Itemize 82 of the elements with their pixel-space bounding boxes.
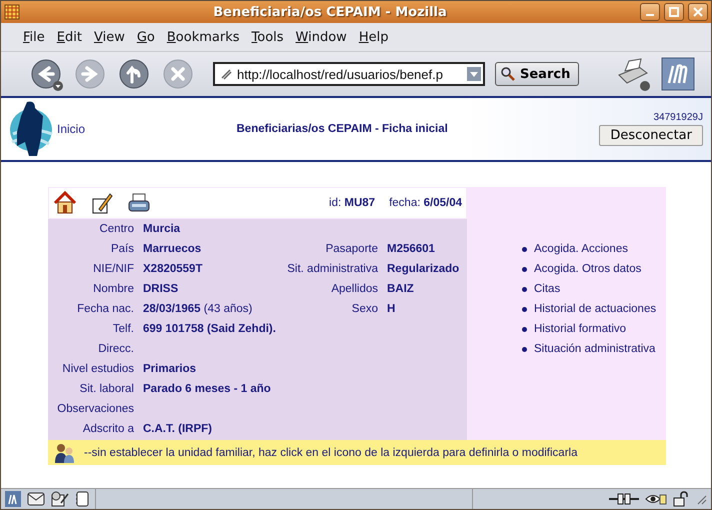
section-link[interactable]: Citas bbox=[522, 283, 666, 295]
composer-icon[interactable] bbox=[51, 491, 69, 507]
eye-icon bbox=[645, 492, 667, 506]
mail-icon[interactable] bbox=[27, 492, 45, 506]
search-icon bbox=[500, 66, 516, 82]
field-value: 699 101758 (Said Zehdi). bbox=[143, 323, 276, 335]
close-button[interactable] bbox=[688, 3, 708, 21]
app-icon bbox=[4, 4, 20, 20]
field-label: Sit. laboral bbox=[78, 383, 134, 395]
field-value: Marruecos bbox=[143, 243, 202, 255]
logo-icon[interactable] bbox=[5, 491, 21, 507]
page-title: Beneficiarias/os CEPAIM - Ficha inicial bbox=[236, 123, 448, 135]
back-button[interactable] bbox=[29, 57, 63, 91]
family-icon[interactable] bbox=[54, 442, 76, 464]
field-value: DRISS bbox=[143, 283, 178, 295]
bullet-icon bbox=[522, 246, 527, 252]
logo-icon[interactable] bbox=[661, 57, 695, 91]
minimize-icon bbox=[646, 14, 654, 16]
menu-item[interactable]: Go bbox=[130, 30, 161, 44]
notice-text: --sin establecer la unidad familiar, haz click en el icono de la izquierda para definirla o modificarla bbox=[84, 446, 578, 458]
section-link[interactable]: Acogida. Otros datos bbox=[522, 263, 666, 275]
dropdown-icon[interactable] bbox=[467, 67, 481, 81]
bullet-icon bbox=[522, 306, 527, 312]
menu-item[interactable]: Edit bbox=[50, 30, 88, 44]
field-value: Parado 6 meses - 1 año bbox=[143, 383, 271, 395]
field-value: BAIZ bbox=[387, 283, 414, 295]
menu-item[interactable]: Window bbox=[290, 30, 353, 44]
field-label: NIE/NIF bbox=[92, 263, 134, 275]
field-value: Murcia bbox=[143, 223, 180, 235]
field-label: Direcc. bbox=[97, 343, 134, 355]
field-label: País bbox=[110, 243, 134, 255]
field-label: Centro bbox=[98, 223, 134, 235]
menu-item[interactable]: Help bbox=[352, 30, 394, 44]
address-book-icon[interactable] bbox=[75, 491, 89, 507]
home-icon[interactable] bbox=[53, 191, 77, 215]
url-field[interactable]: http://localhost/red/usuarios/benef.p bbox=[213, 62, 485, 86]
field-label: Sexo bbox=[352, 303, 378, 315]
close-icon bbox=[693, 7, 703, 17]
field-value: 28/03/1965 (43 años) bbox=[143, 303, 252, 315]
bullet-icon bbox=[522, 326, 527, 332]
menu-item[interactable]: File bbox=[17, 30, 51, 44]
unlocked-padlock-icon bbox=[673, 491, 689, 507]
field-label: Pasaporte bbox=[326, 243, 378, 255]
field-label: Nombre bbox=[92, 283, 134, 295]
home-link[interactable]: Inicio bbox=[57, 122, 86, 136]
maximize-icon bbox=[669, 7, 679, 17]
bullet-icon bbox=[522, 346, 527, 352]
field-label: Nivel estudios bbox=[61, 363, 134, 375]
resize-grip-icon bbox=[695, 493, 707, 505]
field-value: Regularizado bbox=[387, 263, 460, 275]
field-label: Adscrito a bbox=[82, 423, 134, 435]
section-link[interactable]: Situación administrativa bbox=[522, 343, 666, 355]
menu-item[interactable]: Tools bbox=[246, 30, 290, 44]
bullet-icon bbox=[522, 266, 527, 272]
field-value: C.A.T. (IRPF) bbox=[143, 423, 212, 435]
printer-icon[interactable] bbox=[127, 192, 151, 214]
field-value: Primarios bbox=[143, 363, 196, 375]
reload-button[interactable] bbox=[117, 57, 151, 91]
user-code: 34791929J bbox=[654, 112, 703, 123]
menu-item[interactable]: View bbox=[88, 30, 131, 44]
section-link[interactable]: Historial de actuaciones bbox=[522, 303, 666, 315]
field-label: Fecha nac. bbox=[76, 303, 134, 315]
maximize-button[interactable] bbox=[664, 3, 684, 21]
section-link[interactable]: Historial formativo bbox=[522, 323, 666, 335]
field-value: X2820559T bbox=[143, 263, 202, 275]
window-title: Beneficiaria/os CEPAIM - Mozilla bbox=[212, 4, 448, 20]
record-id: id: MU87 bbox=[329, 197, 376, 209]
section-link[interactable]: Acogida. Acciones bbox=[522, 243, 666, 255]
edit-icon[interactable] bbox=[91, 191, 113, 215]
record-date: fecha: 6/05/04 bbox=[389, 197, 462, 209]
field-label: Apellidos bbox=[331, 283, 378, 295]
field-value: M256601 bbox=[387, 243, 435, 255]
logout-button[interactable]: Desconectar bbox=[599, 125, 703, 146]
field-label: Observaciones bbox=[56, 403, 134, 415]
connection-icon bbox=[609, 492, 639, 506]
bullet-icon bbox=[522, 286, 527, 292]
minimize-button[interactable] bbox=[640, 3, 660, 21]
field-value: H bbox=[387, 303, 396, 315]
field-label: Sit. administrativa bbox=[287, 263, 378, 275]
search-button[interactable]: Search bbox=[495, 62, 580, 86]
field-label: Telf. bbox=[112, 323, 134, 335]
menu-item[interactable]: Bookmarks bbox=[160, 30, 246, 44]
